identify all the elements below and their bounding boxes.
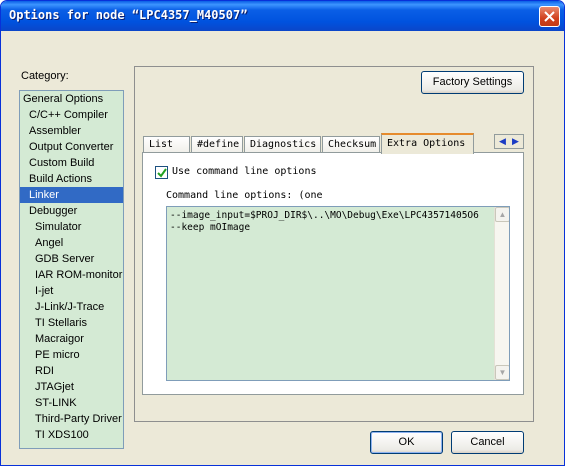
tab-checksum[interactable]: Checksum [322, 136, 380, 153]
category-item-debugger[interactable]: Debugger [20, 203, 123, 219]
category-item-third-party-driver[interactable]: Third-Party Driver [20, 411, 123, 427]
category-item-simulator[interactable]: Simulator [20, 219, 123, 235]
cancel-button[interactable]: Cancel [451, 431, 524, 454]
category-item-i-jet[interactable]: I-jet [20, 283, 123, 299]
category-item-custom-build[interactable]: Custom Build [20, 155, 123, 171]
category-item-ti-stellaris[interactable]: TI Stellaris [20, 315, 123, 331]
options-dialog: Options for node “LPC4357_M40507” Catego… [0, 0, 565, 466]
use-cmdline-checkbox[interactable] [155, 166, 168, 179]
category-item-general-options[interactable]: General Options [20, 91, 123, 107]
ok-button[interactable]: OK [370, 431, 443, 454]
use-cmdline-label[interactable]: Use command line options [172, 166, 317, 177]
category-item-pe-micro[interactable]: PE micro [20, 347, 123, 363]
title-bar[interactable]: Options for node “LPC4357_M40507” [1, 1, 564, 31]
scroll-down-icon[interactable]: ▼ [495, 365, 509, 380]
category-item-gdb-server[interactable]: GDB Server [20, 251, 123, 267]
tab-scroll-left-icon[interactable]: ◀ [499, 136, 506, 147]
category-item-jtagjet[interactable]: JTAGjet [20, 379, 123, 395]
cmdline-line: --keep mOImage [170, 222, 251, 233]
tab-diagnostics[interactable]: Diagnostics [244, 136, 321, 153]
cmdline-options-textarea[interactable]: --image_input=$PROJ_DIR$\..\MO\Debug\Exe… [166, 206, 510, 381]
tab-list[interactable]: List [143, 136, 190, 153]
category-item-macraigor[interactable]: Macraigor [20, 331, 123, 347]
scroll-up-icon[interactable]: ▲ [495, 207, 509, 222]
close-icon [544, 11, 555, 22]
close-button[interactable] [539, 6, 560, 27]
tab-extra-options[interactable]: Extra Options [381, 133, 474, 154]
vertical-scrollbar[interactable]: ▲ ▼ [494, 207, 509, 380]
category-item-linker[interactable]: Linker [20, 187, 123, 203]
category-item-rdi[interactable]: RDI [20, 363, 123, 379]
category-item-build-actions[interactable]: Build Actions [20, 171, 123, 187]
category-item-iar-rom-monitor[interactable]: IAR ROM-monitor [20, 267, 123, 283]
tab-scroll-right-icon[interactable]: ▶ [512, 136, 519, 147]
check-icon [157, 168, 167, 178]
category-item-st-link[interactable]: ST-LINK [20, 395, 123, 411]
window-title: Options for node “LPC4357_M40507” [9, 8, 248, 22]
category-item-c-c-compiler[interactable]: C/C++ Compiler [20, 107, 123, 123]
category-item-output-converter[interactable]: Output Converter [20, 139, 123, 155]
cmdline-line: --image_input=$PROJ_DIR$\..\MO\Debug\Exe… [170, 210, 479, 221]
cmdline-options-label: Command line options: (one [166, 190, 323, 201]
category-item-j-link-j-trace[interactable]: J-Link/J-Trace [20, 299, 123, 315]
category-item-ti-xds100[interactable]: TI XDS100 [20, 427, 123, 443]
tab-define[interactable]: #define [191, 136, 243, 153]
factory-settings-button[interactable]: Factory Settings [421, 71, 524, 94]
category-label: Category: [21, 70, 69, 82]
category-list[interactable]: General Options C/C++ Compiler Assembler Ou… [19, 90, 124, 449]
category-item-angel[interactable]: Angel [20, 235, 123, 251]
category-item-assembler[interactable]: Assembler [20, 123, 123, 139]
tab-scroll-buttons: ◀ ▶ [494, 134, 524, 149]
